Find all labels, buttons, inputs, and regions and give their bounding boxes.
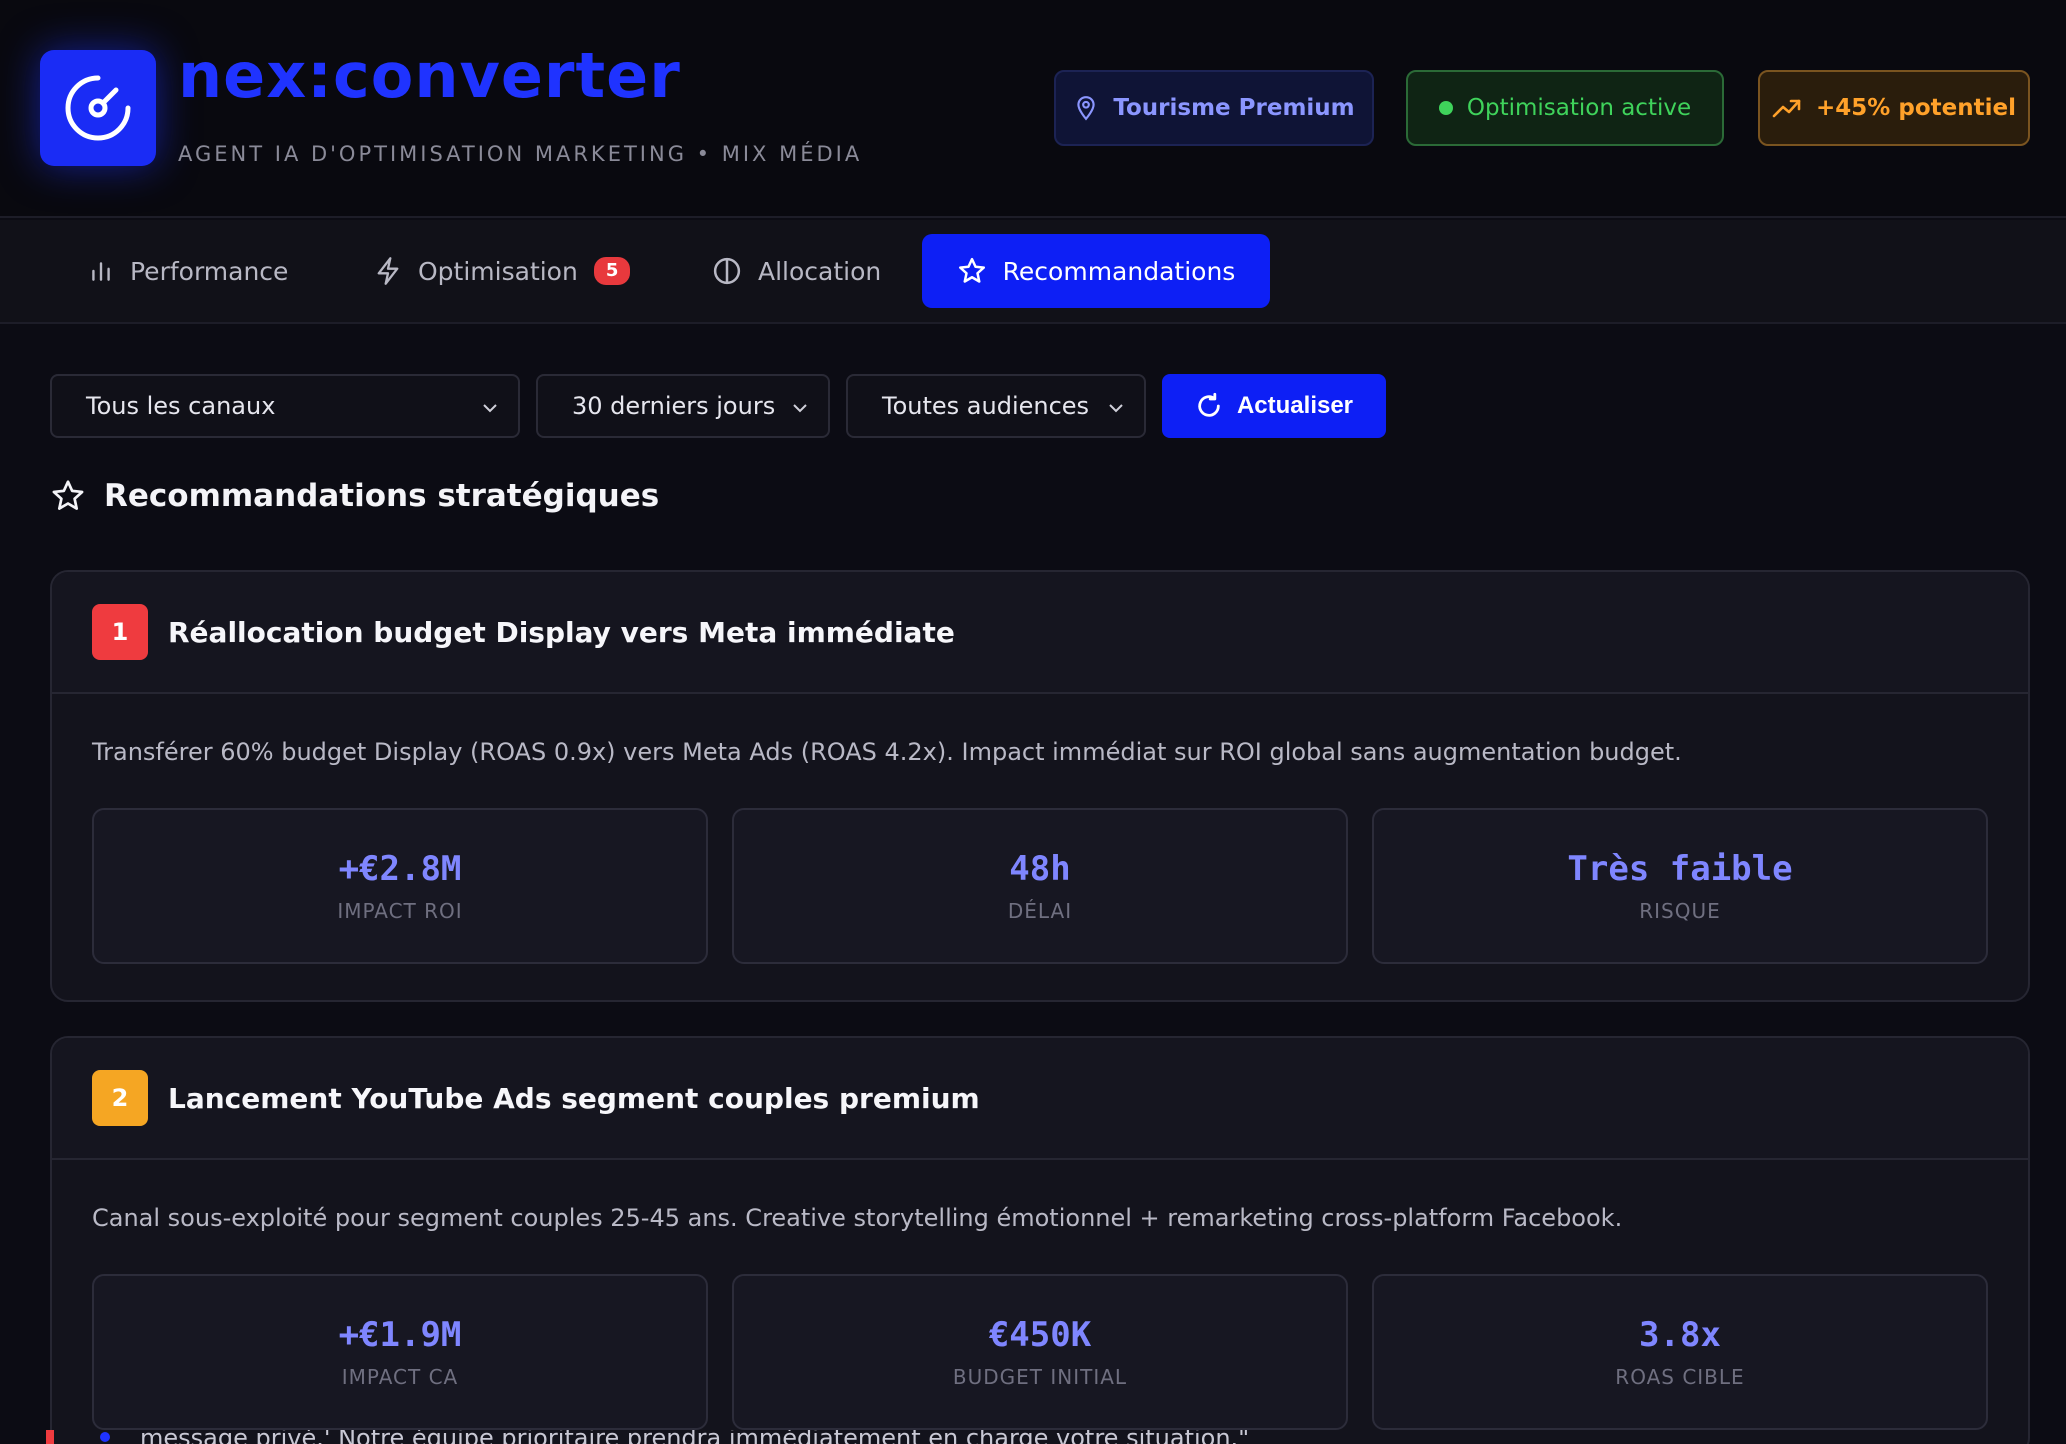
- sector-badge-label: Tourisme Premium: [1113, 95, 1355, 121]
- metric-label: IMPACT ROI: [337, 899, 463, 923]
- tab-allocation-label: Allocation: [758, 256, 882, 286]
- metric-value: +€1.9M: [338, 1315, 462, 1355]
- period-select-value: 30 derniers jours: [572, 392, 776, 420]
- metric-value: +€2.8M: [338, 849, 462, 889]
- lightning-icon: [377, 257, 399, 285]
- channel-select-value: Tous les canaux: [86, 392, 276, 420]
- chevron-down-icon: [483, 404, 497, 413]
- recommendation-description: Transférer 60% budget Display (ROAS 0.9x…: [92, 738, 1682, 766]
- gauge-icon: [65, 75, 131, 141]
- refresh-button[interactable]: Actualiser: [1162, 374, 1386, 438]
- main-tabs: Performance Optimisation 5 Allocation Re…: [0, 220, 2066, 324]
- recommendation-description: Canal sous-exploité pour segment couples…: [92, 1204, 1623, 1232]
- potential-badge[interactable]: +45% potentiel: [1758, 70, 2030, 146]
- tab-optimisation[interactable]: Optimisation 5: [350, 234, 654, 308]
- metric-label: ROAS CIBLE: [1615, 1365, 1745, 1389]
- sector-badge[interactable]: Tourisme Premium: [1054, 70, 1374, 146]
- metric-value: 48h: [1009, 849, 1071, 889]
- pie-half-icon: [713, 257, 741, 285]
- potential-badge-label: +45% potentiel: [1816, 95, 2016, 121]
- tab-recommandations[interactable]: Recommandations: [922, 234, 1270, 308]
- brand-title: nex:converter: [178, 39, 681, 112]
- map-pin-icon: [1077, 96, 1096, 121]
- metric-label: IMPACT CA: [341, 1365, 459, 1389]
- tab-performance[interactable]: Performance: [64, 234, 312, 308]
- recommendation-card-header: 1 Réallocation budget Display vers Meta …: [52, 572, 2028, 694]
- recommendation-card-header: 2 Lancement YouTube Ads segment couples …: [52, 1038, 2028, 1160]
- recommendation-title: Lancement YouTube Ads segment couples pr…: [168, 1081, 980, 1115]
- recommendation-card[interactable]: 1 Réallocation budget Display vers Meta …: [50, 570, 2030, 1002]
- channel-select[interactable]: Tous les canaux: [50, 374, 520, 438]
- brand-subtitle: AGENT IA D'OPTIMISATION MARKETING • MIX …: [178, 142, 863, 166]
- star-icon: [52, 480, 84, 510]
- tab-performance-label: Performance: [130, 256, 289, 286]
- section-title-label: Recommandations stratégiques: [104, 478, 660, 514]
- tab-optimisation-count-badge: 5: [593, 257, 631, 285]
- metric-box: Très faible RISQUE: [1372, 808, 1988, 964]
- tab-allocation[interactable]: Allocation: [688, 234, 905, 308]
- app-header: nex:converter AGENT IA D'OPTIMISATION MA…: [0, 0, 2066, 218]
- metric-box: 48h DÉLAI: [732, 808, 1348, 964]
- audience-select-value: Toutes audiences: [882, 392, 1090, 420]
- app-logo[interactable]: [40, 50, 156, 166]
- status-dot-icon: [1438, 101, 1453, 115]
- star-icon: [958, 257, 985, 283]
- metric-value: 3.8x: [1639, 1315, 1721, 1355]
- priority-number-badge: 2: [92, 1070, 148, 1126]
- metric-box: +€2.8M IMPACT ROI: [92, 808, 708, 964]
- audience-select[interactable]: Toutes audiences: [846, 374, 1146, 438]
- metric-value: €450K: [988, 1315, 1092, 1355]
- period-select[interactable]: 30 derniers jours: [536, 374, 830, 438]
- metric-box: +€1.9M IMPACT CA: [92, 1274, 708, 1430]
- priority-number-badge: 1: [92, 604, 148, 660]
- section-title: Recommandations stratégiques: [50, 478, 659, 514]
- metric-label: DÉLAI: [1007, 899, 1073, 923]
- metric-label: RISQUE: [1639, 899, 1721, 923]
- tab-optimisation-label: Optimisation: [418, 256, 578, 286]
- metric-box: €450K BUDGET INITIAL: [732, 1274, 1348, 1430]
- refresh-icon: [1198, 392, 1220, 417]
- optimisation-status-label: Optimisation active: [1466, 95, 1692, 121]
- optimisation-status-badge[interactable]: Optimisation active: [1406, 70, 1724, 146]
- chevron-down-icon: [793, 404, 807, 413]
- bar-chart-icon: [92, 262, 110, 281]
- metric-value: Très faible: [1567, 849, 1793, 889]
- metric-box: 3.8x ROAS CIBLE: [1372, 1274, 1988, 1430]
- chevron-down-icon: [1109, 404, 1123, 413]
- recommendation-card[interactable]: 2 Lancement YouTube Ads segment couples …: [50, 1036, 2030, 1444]
- metric-label: BUDGET INITIAL: [952, 1365, 1128, 1389]
- recommendation-title: Réallocation budget Display vers Meta im…: [168, 615, 955, 649]
- tab-recommandations-label: Recommandations: [1002, 256, 1236, 286]
- refresh-button-label: Actualiser: [1236, 392, 1354, 419]
- trending-up-icon: [1772, 99, 1801, 118]
